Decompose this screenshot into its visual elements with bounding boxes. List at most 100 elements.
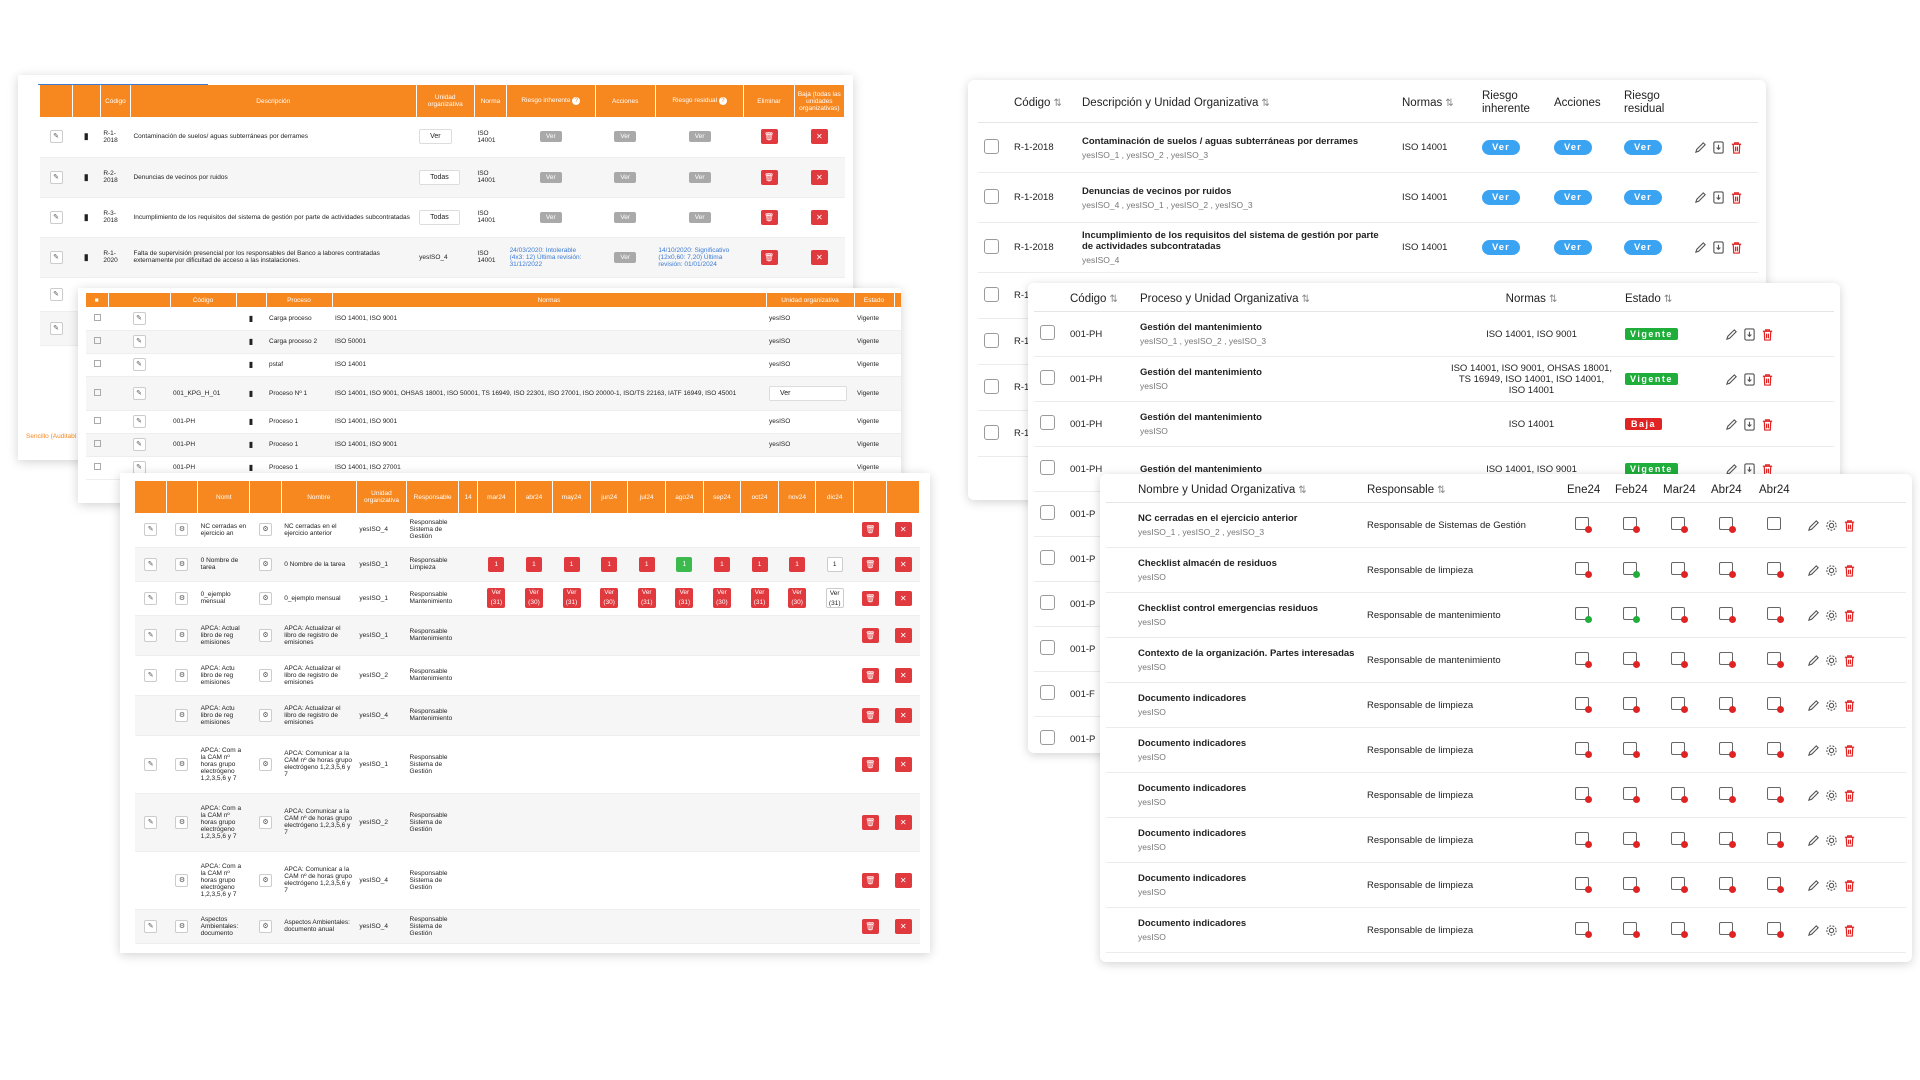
row-checkbox[interactable] [984,188,999,204]
trash-icon[interactable] [1761,328,1774,341]
calendar-icon[interactable] [1623,787,1640,803]
month-cell[interactable]: 1 [638,556,655,572]
edit-icon[interactable] [1807,609,1820,622]
trash-icon[interactable] [1730,141,1743,154]
edit-icon[interactable] [1725,373,1738,386]
document-icon[interactable]: ▮ [249,314,253,323]
calendar-icon[interactable] [1575,742,1592,758]
sort-icon[interactable]: ⇅ [1298,485,1306,496]
row-checkbox[interactable] [984,424,999,440]
gear-icon[interactable]: ⚙ [259,523,273,537]
calendar-icon[interactable] [1671,832,1688,848]
calendar-icon[interactable] [1623,832,1640,848]
calendar-icon[interactable] [1575,562,1592,578]
edit-icon[interactable]: ✎ [132,311,146,325]
gear-icon[interactable]: ⚙ [259,757,273,771]
close-icon[interactable]: ✕ [894,707,912,723]
calendar-icon[interactable] [1671,922,1688,938]
calendar-icon[interactable] [1623,607,1640,623]
edit-icon[interactable] [1694,141,1707,154]
view-pill[interactable]: Ver [1554,240,1592,255]
gear-icon[interactable] [1825,744,1838,757]
edit-icon[interactable] [1694,191,1707,204]
month-cell[interactable]: 1 [563,556,580,572]
document-icon[interactable]: ▮ [249,389,253,398]
month-cell[interactable]: Ver (31) [675,588,694,608]
gear-icon[interactable]: ⚙ [175,815,189,829]
calendar-icon[interactable] [1623,877,1640,893]
month-cell[interactable]: 1 [488,556,505,572]
risk-link[interactable]: 14/10/2020: Significativo (12x0,60: 7,20… [658,247,729,268]
sort-icon[interactable]: ⇅ [1445,98,1453,109]
gear-icon[interactable]: ⚙ [175,591,189,605]
calendar-icon[interactable] [1671,877,1688,893]
edit-icon[interactable]: ✎ [49,170,63,184]
month-cell[interactable]: 1 [713,556,730,572]
col-name[interactable]: Nombre y Unidad Organizativa ⇅ [1106,478,1361,503]
view-button[interactable]: Ver [614,131,637,143]
calendar-icon[interactable] [1623,742,1640,758]
gear-icon[interactable]: ⚙ [259,591,273,605]
close-icon[interactable]: ✕ [810,249,828,265]
edit-icon[interactable]: ✎ [132,415,146,428]
row-checkbox[interactable] [93,360,101,367]
view-button[interactable]: Ver [539,171,562,183]
close-icon[interactable]: ✕ [894,627,912,643]
sort-icon[interactable]: ⇅ [1302,294,1310,305]
calendar-icon[interactable] [1575,922,1592,938]
trash-icon[interactable]: 🗑 [861,872,879,888]
close-icon[interactable]: ✕ [894,590,912,606]
gear-icon[interactable] [1825,654,1838,667]
close-icon[interactable]: ✕ [894,872,912,888]
calendar-icon[interactable] [1623,562,1640,578]
edit-icon[interactable] [1807,654,1820,667]
trash-icon[interactable]: 🗑 [861,667,879,683]
document-icon[interactable]: ▮ [84,252,89,262]
view-button[interactable]: Ver [688,131,711,143]
month-cell[interactable]: Ver (31) [825,588,844,608]
gear-icon[interactable]: ⚙ [175,557,189,571]
calendar-icon[interactable] [1575,607,1592,623]
view-button[interactable]: Ver [614,171,637,183]
row-checkbox[interactable] [984,332,999,348]
calendar-icon[interactable] [1671,742,1688,758]
document-icon[interactable]: ▮ [84,131,89,141]
view-pill[interactable]: Ver [1554,190,1592,205]
edit-icon[interactable]: ✎ [132,386,146,400]
trash-icon[interactable] [1730,241,1743,254]
gear-icon[interactable] [1825,519,1838,532]
edit-icon[interactable] [1807,564,1820,577]
calendar-icon[interactable] [1719,607,1736,623]
trash-icon[interactable]: 🗑 [760,209,778,225]
edit-icon[interactable]: ✎ [49,321,63,335]
calendar-icon[interactable] [1575,652,1592,668]
gear-icon[interactable]: ⚙ [259,628,273,642]
unit-button[interactable]: Ver [419,129,452,145]
edit-icon[interactable] [1807,834,1820,847]
unit-button[interactable]: Ver [769,385,847,401]
row-checkbox[interactable] [984,238,999,254]
row-checkbox[interactable] [1040,325,1055,340]
month-cell[interactable]: 1 [826,556,843,572]
unit-button[interactable]: Todas [419,169,460,185]
edit-icon[interactable]: ✎ [132,438,146,451]
month-cell[interactable]: Ver (31) [750,588,769,608]
edit-icon[interactable] [1807,879,1820,892]
help-icon[interactable]: ? [572,97,581,105]
gear-icon[interactable]: ⚙ [175,919,189,933]
row-checkbox[interactable] [93,417,101,424]
close-icon[interactable]: ✕ [894,556,912,572]
calendar-icon[interactable] [1767,562,1784,578]
gear-icon[interactable]: ⚙ [175,708,189,722]
sort-icon[interactable]: ⇅ [1437,485,1445,496]
edit-icon[interactable] [1807,519,1820,532]
gear-icon[interactable] [1825,834,1838,847]
calendar-icon[interactable] [1575,517,1592,533]
view-button[interactable]: Ver [688,171,711,183]
calendar-icon[interactable] [1767,652,1784,668]
calendar-icon[interactable] [1623,922,1640,938]
trash-icon[interactable] [1730,191,1743,204]
gear-icon[interactable]: ⚙ [259,873,273,887]
view-button[interactable]: Ver [539,211,562,223]
trash-icon[interactable] [1843,879,1856,892]
